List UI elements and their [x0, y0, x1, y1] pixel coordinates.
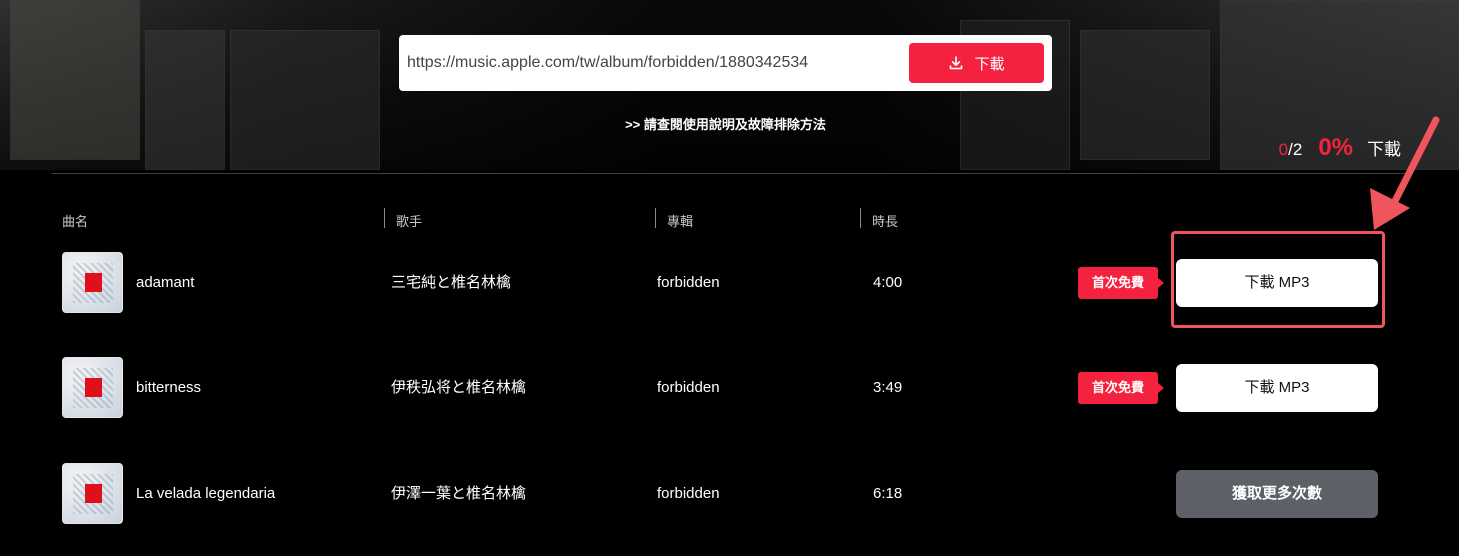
track-duration: 3:49 [873, 379, 903, 396]
url-input[interactable] [407, 35, 897, 91]
column-header-album: 專輯 [667, 214, 694, 229]
track-artist: 伊澤一葉と椎名林檎 [391, 485, 527, 502]
track-album: forbidden [657, 379, 720, 396]
track-row: bitterness 伊秩弘将と椎名林檎 forbidden 3:49 首次免費… [0, 357, 1459, 419]
track-artist: 三宅純と椎名林檎 [391, 274, 512, 291]
track-title: adamant [136, 274, 195, 291]
background-artwork [145, 30, 225, 170]
divider [52, 173, 1408, 174]
help-link[interactable]: >> 請查閱使用說明及故障排除方法 [0, 114, 1451, 133]
album-cover [62, 463, 123, 524]
track-title: bitterness [136, 379, 202, 396]
background-artwork [230, 30, 380, 170]
url-search-bar: 下載 [399, 35, 1052, 91]
get-more-credits-button[interactable]: 獲取更多次數 [1176, 470, 1378, 518]
free-first-badge: 首次免費 [1078, 267, 1164, 299]
track-artist: 伊秩弘将と椎名林檎 [391, 379, 527, 396]
download-icon [950, 56, 963, 70]
download-button[interactable]: 下載 [909, 43, 1044, 83]
download-mp3-button[interactable]: 下載 MP3 [1176, 364, 1378, 412]
progress-label: 下載 [1367, 140, 1401, 159]
highlight-box [1171, 231, 1385, 328]
track-duration: 6:18 [873, 485, 903, 502]
download-button-label: 下載 [974, 55, 1005, 73]
track-duration: 4:00 [873, 274, 903, 291]
track-row: La velada legendaria 伊澤一葉と椎名林檎 forbidden… [0, 463, 1459, 525]
track-album: forbidden [657, 485, 720, 502]
progress-percent: 0% [1318, 134, 1353, 161]
column-header-duration: 時長 [872, 214, 899, 229]
free-first-badge: 首次免費 [1078, 372, 1164, 404]
column-header-artist: 歌手 [396, 214, 423, 229]
column-header-title: 曲名 [62, 214, 89, 229]
album-cover [62, 252, 123, 313]
column-separator [860, 208, 861, 228]
download-progress: 0/2 0% 下載 [1279, 134, 1401, 162]
album-cover [62, 357, 123, 418]
progress-total-count: /2 [1288, 140, 1303, 159]
background-artwork [1080, 30, 1210, 160]
track-title: La velada legendaria [136, 485, 276, 502]
track-album: forbidden [657, 274, 720, 291]
progress-done-count: 0 [1278, 140, 1289, 159]
column-separator [655, 208, 656, 228]
column-separator [384, 208, 385, 228]
background-artwork [10, 0, 140, 160]
